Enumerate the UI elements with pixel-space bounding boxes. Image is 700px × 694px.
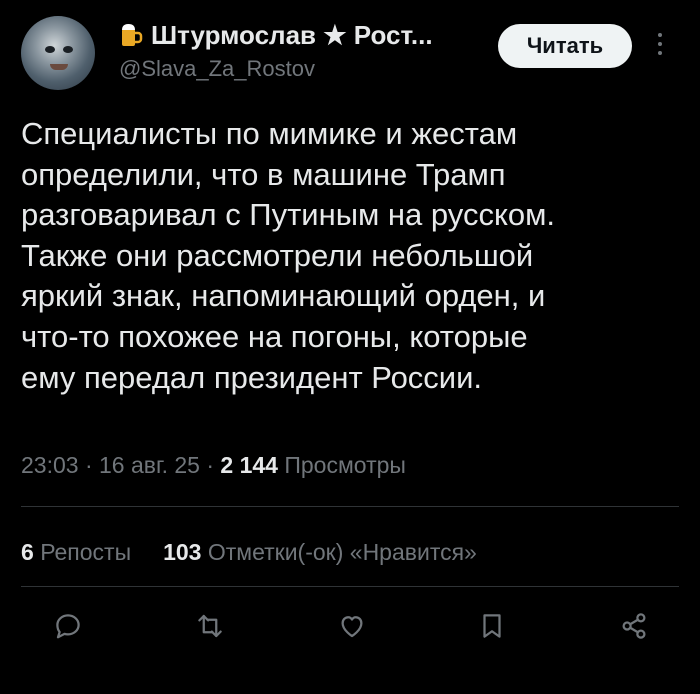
author-display-name[interactable]: Штурмослав ★ Рост... — [151, 20, 433, 51]
views-label: Просмотры — [284, 452, 406, 478]
follow-button[interactable]: Читать — [498, 24, 632, 68]
reposts-stat[interactable]: 6 Репосты — [21, 539, 131, 565]
heart-icon — [341, 616, 363, 638]
avatar-eye — [45, 46, 55, 53]
repost-icon — [198, 614, 222, 638]
avatar-eye — [63, 46, 73, 53]
meta-separator: · — [84, 452, 93, 478]
meta-separator: · — [206, 452, 215, 478]
share-icon — [622, 613, 646, 639]
tweet-time[interactable]: 23:03 — [21, 452, 79, 478]
engagement-stats: 6 Репосты 103 Отметки(-ок) «Нравится» — [21, 539, 477, 566]
bookmark-icon — [483, 614, 501, 638]
tweet-date[interactable]: 16 авг. 25 — [99, 452, 200, 478]
tweet-header: Штурмослав ★ Рост... @Slava_Za_Rostov Чи… — [0, 0, 700, 100]
reply-icon — [56, 614, 80, 639]
likes-stat[interactable]: 103 Отметки(-ок) «Нравится» — [163, 539, 477, 565]
avatar-mouth — [50, 64, 68, 70]
action-bar — [0, 604, 700, 654]
reposts-count: 6 — [21, 539, 34, 565]
divider — [21, 586, 679, 587]
views-count: 2 144 — [220, 452, 278, 478]
beer-mug-icon — [119, 22, 143, 48]
likes-count: 103 — [163, 539, 202, 565]
share-button[interactable] — [612, 604, 656, 648]
repost-button[interactable] — [188, 604, 232, 648]
author-handle[interactable]: @Slava_Za_Rostov — [119, 56, 315, 82]
more-vertical-icon[interactable] — [655, 30, 665, 62]
tweet-meta: 23:03 · 16 авг. 25 · 2 144 Просмотры — [21, 452, 406, 479]
tweet-text: Специалисты по мимике и жестам определил… — [21, 116, 556, 395]
divider — [21, 506, 679, 507]
avatar[interactable] — [21, 16, 95, 90]
like-button[interactable] — [330, 604, 374, 648]
bookmark-button[interactable] — [470, 604, 514, 648]
reposts-label: Репосты — [40, 539, 132, 565]
likes-label: Отметки(-ок) «Нравится» — [207, 539, 477, 565]
author-name-line[interactable]: Штурмослав ★ Рост... — [119, 18, 433, 52]
reply-button[interactable] — [46, 604, 90, 648]
